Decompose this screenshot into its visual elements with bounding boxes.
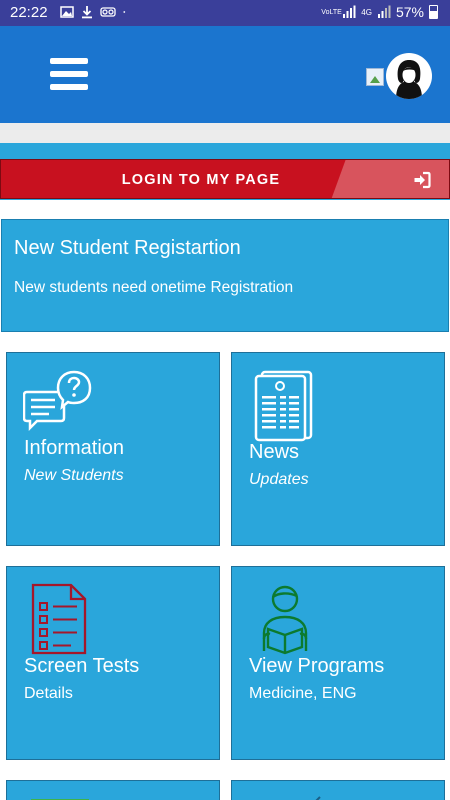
news-subtitle: Updates bbox=[249, 471, 309, 488]
login-section: LOGIN TO MY PAGE bbox=[0, 143, 450, 200]
information-subtitle: New Students bbox=[24, 467, 124, 484]
login-button[interactable]: LOGIN TO MY PAGE bbox=[0, 159, 450, 199]
newspaper-icon bbox=[254, 370, 313, 442]
user-avatar[interactable] bbox=[386, 53, 432, 99]
status-bar: 22:22 VoLTE 4G 57% bbox=[0, 0, 450, 26]
broken-image-icon bbox=[366, 68, 384, 86]
battery-icon bbox=[429, 5, 438, 19]
next-tile-right[interactable] bbox=[231, 780, 445, 800]
avatar-icon bbox=[396, 60, 422, 99]
volte-indicator: VoLTE bbox=[321, 8, 342, 16]
login-arrow-icon bbox=[414, 171, 431, 189]
view-programs-tile[interactable]: View Programs Medicine, ENG bbox=[231, 566, 445, 760]
hamburger-menu-icon[interactable] bbox=[50, 56, 90, 92]
screen-tests-subtitle: Details bbox=[24, 685, 73, 702]
screen-tests-title: Screen Tests bbox=[24, 655, 140, 677]
network-type: 4G bbox=[361, 7, 372, 17]
registration-subtitle: New students need onetime Registration bbox=[14, 279, 294, 296]
divider-strip bbox=[0, 123, 450, 143]
new-student-registration-card[interactable]: New Student Registartion New students ne… bbox=[1, 219, 449, 332]
app-bar bbox=[0, 26, 450, 123]
status-time: 22:22 bbox=[10, 4, 48, 21]
screen-tests-tile[interactable]: Screen Tests Details bbox=[6, 566, 220, 760]
battery-percent: 57% bbox=[395, 4, 424, 20]
notification-icons bbox=[60, 5, 130, 19]
partial-tile-icon-2 bbox=[315, 796, 321, 800]
information-title: Information bbox=[24, 437, 125, 459]
voicemail-icon bbox=[100, 7, 116, 17]
system-icons: VoLTE 4G 57% bbox=[321, 4, 438, 20]
student-reading-icon bbox=[262, 585, 308, 655]
view-programs-title: View Programs bbox=[249, 655, 385, 677]
signal-icon-2 bbox=[377, 5, 391, 18]
chat-question-icon bbox=[23, 370, 92, 432]
checklist-icon bbox=[31, 583, 87, 655]
gallery-icon bbox=[60, 6, 74, 18]
next-tile-left[interactable] bbox=[6, 780, 220, 800]
news-title: News bbox=[249, 441, 300, 463]
dot-icon bbox=[123, 11, 126, 13]
signal-icon bbox=[343, 5, 356, 18]
view-programs-subtitle: Medicine, ENG bbox=[249, 685, 357, 702]
information-tile[interactable]: Information New Students bbox=[6, 352, 220, 546]
login-label: LOGIN TO MY PAGE bbox=[121, 172, 281, 188]
registration-title: New Student Registartion bbox=[14, 237, 241, 259]
news-tile[interactable]: News Updates bbox=[231, 352, 445, 546]
download-icon bbox=[82, 6, 92, 19]
